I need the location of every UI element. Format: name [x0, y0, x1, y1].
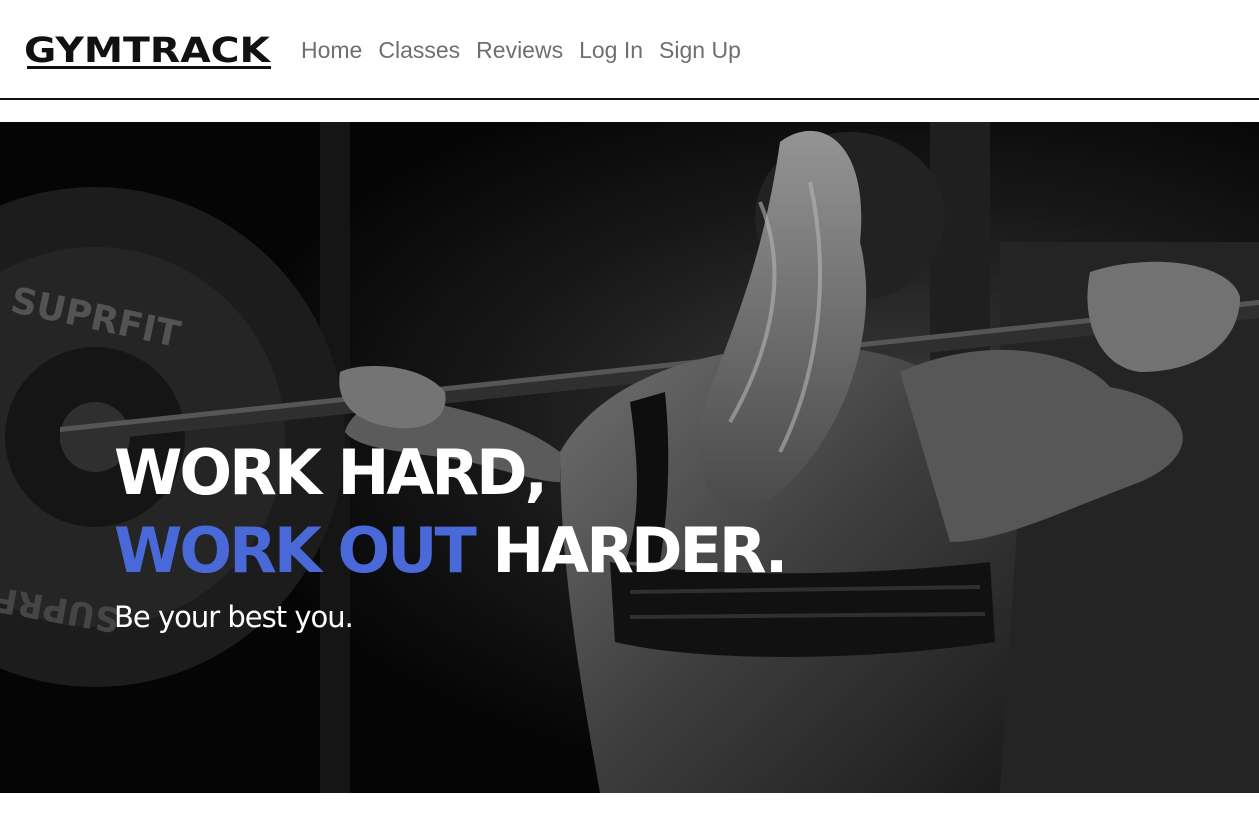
top-navbar: GYMTRACK Home Classes Reviews Log In Sig…: [0, 0, 1259, 100]
hero-headline-rest: HARDER.: [473, 514, 788, 587]
hero-tagline: Be your best you.: [114, 600, 354, 634]
logo-underline: [27, 66, 271, 69]
nav-home-link[interactable]: Home: [301, 36, 362, 64]
hero-headline-accent: WORK OUT: [114, 514, 477, 587]
main-nav: Home Classes Reviews Log In Sign Up: [301, 36, 741, 64]
gymtrack-logo[interactable]: GYMTRACK: [24, 30, 272, 70]
hero-section: SUPRFIT SUPRFIT WORK HARD, WORK OUT HARD…: [0, 122, 1259, 793]
nav-reviews-link[interactable]: Reviews: [476, 36, 563, 64]
logo-text: GYMTRACK: [24, 31, 272, 70]
logo-wordmark: GYMTRACK: [24, 31, 272, 70]
nav-classes-link[interactable]: Classes: [378, 36, 460, 64]
hero-headline-line1: WORK HARD,: [114, 436, 548, 509]
nav-login-link[interactable]: Log In: [579, 36, 643, 64]
hero-text-block: WORK HARD, WORK OUT HARDER. Be your best…: [114, 434, 788, 634]
nav-signup-link[interactable]: Sign Up: [659, 36, 741, 64]
hero-headline-line2: WORK OUT HARDER.: [114, 512, 788, 590]
